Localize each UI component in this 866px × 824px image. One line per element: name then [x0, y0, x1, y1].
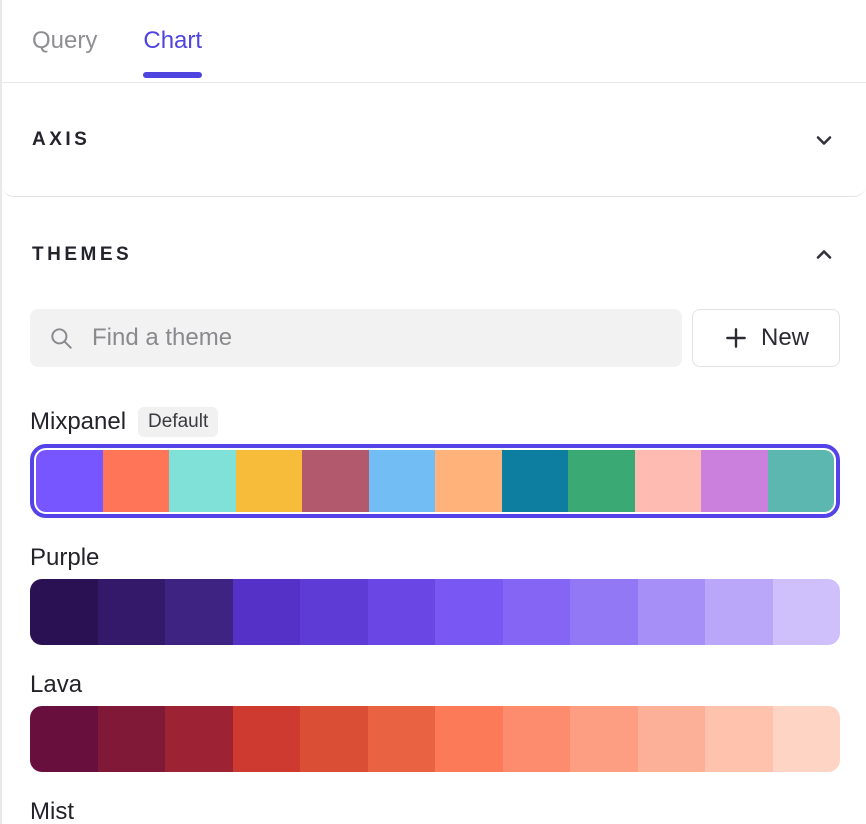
color-swatch: [165, 706, 233, 772]
color-swatch: [768, 450, 835, 512]
color-swatch: [503, 579, 571, 645]
plus-icon: [723, 325, 749, 351]
chevron-down-icon[interactable]: [812, 128, 836, 152]
theme-name: Lava: [30, 671, 82, 699]
tab-bar: Query Chart: [2, 0, 866, 83]
color-swatch: [435, 450, 502, 512]
tab-query-label: Query: [32, 27, 97, 55]
color-swatch: [30, 706, 98, 772]
new-theme-button-label: New: [761, 324, 809, 352]
color-swatch: [233, 706, 301, 772]
color-swatch: [705, 579, 773, 645]
theme-search-row: New: [2, 309, 866, 367]
color-swatch: [635, 450, 702, 512]
color-swatch: [300, 706, 368, 772]
theme-item-mist: Mist: [30, 798, 840, 824]
color-swatch: [570, 706, 638, 772]
color-swatch: [368, 579, 436, 645]
color-swatch: [568, 450, 635, 512]
color-swatch: [98, 579, 166, 645]
axis-section-header[interactable]: AXIS: [2, 83, 866, 197]
search-input[interactable]: [92, 324, 664, 352]
theme-name: Mist: [30, 798, 74, 824]
color-swatch: [570, 579, 638, 645]
color-swatch: [30, 579, 98, 645]
color-swatch: [169, 450, 236, 512]
themes-section-header[interactable]: THEMES: [2, 197, 866, 267]
theme-label-row: Lava: [30, 671, 840, 699]
color-swatch: [503, 706, 571, 772]
default-badge: Default: [138, 407, 218, 437]
chevron-up-icon[interactable]: [812, 243, 836, 267]
selected-theme-border[interactable]: [30, 444, 840, 518]
color-swatch: [302, 450, 369, 512]
color-swatch: [300, 579, 368, 645]
tab-chart[interactable]: Chart: [143, 0, 202, 82]
color-swatch: [36, 450, 103, 512]
themes-section-title: THEMES: [32, 244, 132, 266]
color-swatch: [369, 450, 436, 512]
theme-name: Purple: [30, 544, 99, 572]
theme-item-lava: Lava: [30, 671, 840, 772]
color-swatch: [435, 706, 503, 772]
color-swatch: [368, 706, 436, 772]
theme-label-row: Mist: [30, 798, 840, 824]
theme-swatch-strip-purple[interactable]: [30, 579, 840, 645]
theme-swatch-strip-mixpanel[interactable]: [36, 450, 834, 512]
axis-section-title: AXIS: [32, 129, 90, 151]
color-swatch: [701, 450, 768, 512]
theme-item-mixpanel: Mixpanel Default: [30, 407, 840, 518]
color-swatch: [165, 579, 233, 645]
theme-swatch-strip-lava[interactable]: [30, 706, 840, 772]
tab-query[interactable]: Query: [32, 0, 97, 82]
color-swatch: [773, 706, 841, 772]
theme-label-row: Mixpanel Default: [30, 407, 840, 437]
color-swatch: [638, 706, 706, 772]
theme-search-box[interactable]: [30, 309, 682, 367]
color-swatch: [502, 450, 569, 512]
color-swatch: [103, 450, 170, 512]
color-swatch: [773, 579, 841, 645]
tab-chart-label: Chart: [143, 27, 202, 55]
chart-settings-panel: Query Chart AXIS THEMES New Mixpanel Defa…: [0, 0, 866, 824]
color-swatch: [638, 579, 706, 645]
search-icon: [48, 324, 74, 352]
theme-name: Mixpanel: [30, 408, 126, 436]
theme-list: Mixpanel Default Purple Lava Mist: [2, 407, 866, 824]
theme-label-row: Purple: [30, 544, 840, 572]
color-swatch: [98, 706, 166, 772]
color-swatch: [705, 706, 773, 772]
color-swatch: [236, 450, 303, 512]
theme-item-purple: Purple: [30, 544, 840, 645]
new-theme-button[interactable]: New: [692, 309, 840, 367]
active-tab-underline: [143, 72, 202, 78]
color-swatch: [435, 579, 503, 645]
color-swatch: [233, 579, 301, 645]
